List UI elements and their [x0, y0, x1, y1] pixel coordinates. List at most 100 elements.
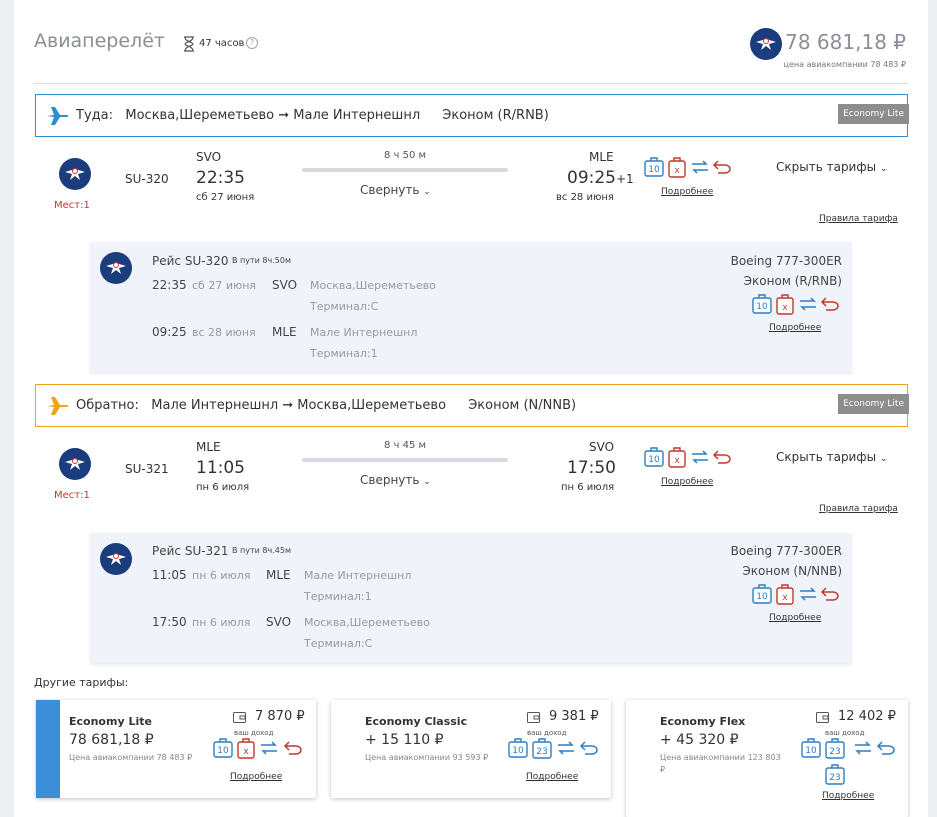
departure-time: 22:35 — [196, 168, 245, 188]
chevron-down-icon: ⌄ — [879, 454, 888, 464]
segment-class: Эконом (R/RNB) — [743, 274, 842, 288]
exchange-icon — [692, 450, 708, 464]
segment-class: Эконом (N/NNB) — [742, 564, 842, 578]
wallet-icon — [233, 712, 246, 723]
details-link[interactable]: Подробнее — [769, 323, 821, 333]
svg-text:23: 23 — [536, 747, 547, 757]
plane-icon — [47, 107, 69, 125]
fare-airline-price: Цена авиакомпании 78 483 ₽ — [69, 753, 193, 762]
departure-date: пн 6 июля — [196, 482, 250, 493]
airline-logo — [750, 28, 782, 60]
airline-price: цена авиакомпании 78 483 ₽ — [783, 60, 906, 69]
income-label: ваш доход — [527, 729, 567, 737]
next-day-marker: +1 — [616, 172, 634, 186]
segment-dep-date: пн 6 июля — [192, 569, 251, 582]
segment-duration: В пути 8ч.45м — [232, 546, 291, 555]
collapse-label: Свернуть — [360, 183, 420, 197]
svg-text:10: 10 — [512, 746, 524, 756]
route-name: Мале Интернешнл ➞ Москва,Шереметьево — [151, 398, 447, 413]
income-label: ваш доход — [234, 729, 274, 737]
fare-card-economy-classic[interactable]: Economy Classic + 15 110 ₽ Цена авиакомп… — [331, 700, 611, 798]
fare-conditions-icons: 10 23 — [508, 738, 600, 760]
no-baggage-icon: x — [776, 584, 794, 605]
segment-dep-terminal: Терминал:C — [310, 300, 379, 313]
carry-on-icon: 10 — [801, 738, 821, 758]
refund-icon — [712, 160, 731, 174]
no-baggage-icon: x — [668, 447, 686, 468]
fare-card-economy-flex[interactable]: Economy Flex + 45 320 ₽ Цена авиакомпани… — [626, 700, 908, 817]
svg-text:10: 10 — [756, 592, 768, 602]
details-link[interactable]: Подробнее — [661, 187, 713, 197]
carry-on-icon: 10 — [508, 738, 528, 758]
aircraft-type: Boeing 777-300ER — [730, 544, 842, 558]
income-label: ваш доход — [825, 729, 865, 737]
collapse-button[interactable]: Свернуть ⌄ — [360, 473, 431, 487]
exchange-icon — [261, 741, 277, 755]
segment-arr-time: 09:25 — [152, 325, 187, 339]
direction-label: Туда: — [76, 108, 113, 123]
segment-dep-iata: SVO — [272, 278, 298, 292]
flight-duration: 8 ч 45 м — [384, 440, 427, 451]
departure-date: сб 27 июня — [196, 192, 255, 203]
arrival-time: 17:50 — [567, 458, 616, 478]
segment-dep-airport: Мале Интернешнл — [304, 569, 412, 582]
fare-name: Economy Lite — [69, 715, 152, 728]
fare-airline-price: Цена авиакомпании 93 593 ₽ — [365, 753, 489, 762]
route-name: Москва,Шереметьево ➞ Мале Интернешнл — [125, 108, 421, 123]
fare-price: 78 681,18 ₽ — [69, 732, 154, 748]
help-icon[interactable]: ? — [246, 37, 258, 49]
fare-rules-link[interactable]: Правила тарифа — [819, 504, 898, 514]
hide-fares-button[interactable]: Скрыть тарифы ⌄ — [776, 450, 887, 464]
no-baggage-icon: x — [237, 738, 255, 759]
no-baggage-icon: x — [776, 294, 794, 315]
wallet-icon — [527, 712, 540, 723]
svg-text:x: x — [674, 456, 680, 466]
hide-fares-label: Скрыть тарифы — [776, 450, 877, 464]
svg-text:10: 10 — [217, 746, 229, 756]
no-baggage-icon: x — [668, 157, 686, 178]
segment-details-panel: Рейс SU-320 В пути 8ч.50м 22:35 сб 27 ию… — [90, 242, 852, 372]
details-link[interactable]: Подробнее — [661, 477, 713, 487]
details-link[interactable]: Подробнее — [230, 772, 282, 782]
details-link[interactable]: Подробнее — [822, 791, 874, 801]
fare-price: + 45 320 ₽ — [660, 732, 739, 748]
details-link[interactable]: Подробнее — [526, 772, 578, 782]
fare-airline-price: Цена авиакомпании 123 803 — [660, 753, 781, 762]
fare-rules-link[interactable]: Правила тарифа — [819, 214, 898, 224]
arrival-iata: MLE — [589, 150, 614, 164]
segment-arr-airport: Москва,Шереметьево — [304, 616, 430, 629]
fare-conditions-icons: 10 x — [644, 447, 734, 469]
segment-flight: Рейс SU-321 — [152, 544, 229, 558]
fare-conditions-icons: 10 23 — [801, 738, 897, 760]
details-link[interactable]: Подробнее — [769, 613, 821, 623]
arrival-iata: SVO — [589, 440, 615, 454]
collapse-button[interactable]: Свернуть ⌄ — [360, 183, 431, 197]
departure-iata: MLE — [196, 440, 221, 454]
duration-bar — [302, 168, 508, 172]
class-label: Эконом (R/RNB) — [442, 108, 549, 123]
fare-airline-currency: ₽ — [660, 765, 666, 774]
selected-fare-strip — [36, 700, 60, 798]
airline-logo — [59, 448, 91, 480]
exchange-icon — [855, 741, 871, 755]
flight-duration: 8 ч 50 м — [384, 150, 427, 161]
checked-baggage-icon: 23 — [532, 738, 552, 759]
inbound-route-bar: Обратно: Мале Интернешнл ➞ Москва,Шереме… — [35, 384, 909, 427]
segment-dep-iata: MLE — [266, 568, 291, 582]
chevron-down-icon: ⌄ — [423, 187, 431, 197]
wallet-icon — [816, 712, 829, 723]
svg-text:23: 23 — [829, 773, 840, 783]
class-label: Эконом (N/NNB) — [468, 398, 577, 413]
segment-arr-time: 17:50 — [152, 615, 187, 629]
fare-card-economy-lite[interactable]: Economy Lite 78 681,18 ₽ Цена авиакомпан… — [36, 700, 316, 798]
fare-conditions-icons: 10 x — [752, 294, 842, 316]
seats-left: Мест:1 — [54, 200, 90, 211]
hide-fares-button[interactable]: Скрыть тарифы ⌄ — [776, 160, 887, 174]
carry-on-icon: 10 — [644, 447, 664, 467]
airline-logo — [100, 252, 132, 284]
refund-icon — [876, 741, 895, 755]
flight-number: SU-320 — [125, 172, 169, 186]
hourglass-icon — [184, 36, 194, 52]
exchange-icon — [558, 741, 574, 755]
segment-details-panel: Рейс SU-321 В пути 8ч.45м 11:05 пн 6 июл… — [90, 533, 852, 663]
